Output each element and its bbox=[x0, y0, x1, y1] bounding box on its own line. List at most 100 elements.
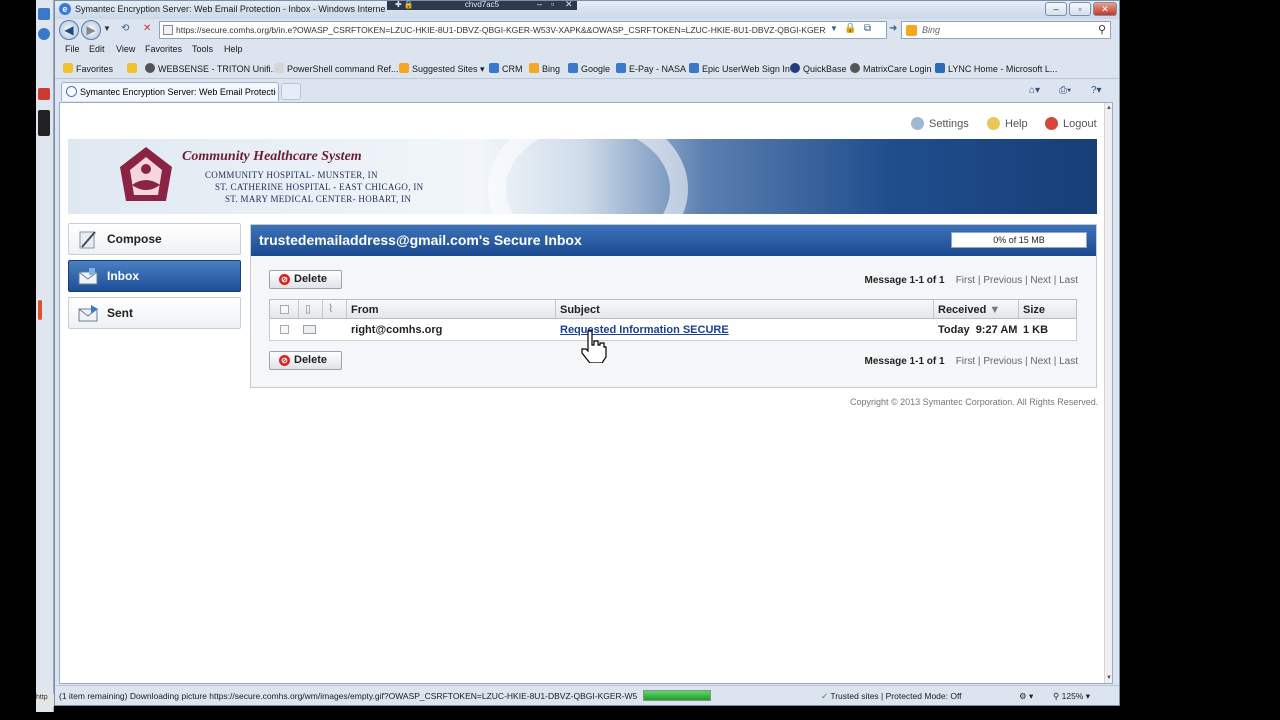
column-header-received[interactable]: Received ▼ bbox=[938, 304, 1000, 316]
address-dropdown-icon[interactable]: ▼ bbox=[830, 24, 838, 33]
recent-pages-dropdown-icon[interactable]: ▼ bbox=[103, 24, 111, 33]
progress-fill bbox=[644, 691, 710, 700]
address-bar[interactable]: https://secure.comhs.org/b/in.e?OWASP_CS… bbox=[159, 21, 887, 39]
print-icon[interactable]: ⎙▾ bbox=[1059, 85, 1071, 96]
pager-previous-link[interactable]: Previous bbox=[983, 275, 1022, 286]
menu-favorites[interactable]: Favorites bbox=[145, 44, 182, 54]
fav-link-epic[interactable]: Epic UserWeb Sign In bbox=[689, 63, 790, 74]
vertical-scrollbar[interactable]: ▲ ▼ bbox=[1104, 103, 1112, 683]
close-button[interactable]: ✕ bbox=[1093, 2, 1117, 16]
menu-edit[interactable]: Edit bbox=[89, 44, 105, 54]
pager-next-link[interactable]: Next bbox=[1030, 275, 1051, 286]
delete-button-bottom[interactable]: ⊘ Delete bbox=[269, 351, 342, 370]
tab-page-icon bbox=[66, 86, 77, 97]
delete-label: Delete bbox=[294, 273, 328, 285]
column-header-from[interactable]: From bbox=[351, 304, 379, 316]
search-box[interactable]: Bing ⚲ bbox=[901, 21, 1111, 39]
ie-page-icon bbox=[568, 63, 578, 73]
pager-last-link[interactable]: Last bbox=[1059, 275, 1078, 286]
sidebar-item-inbox[interactable]: Inbox bbox=[68, 260, 241, 292]
table-row[interactable]: right@comhs.org Requested Information SE… bbox=[269, 319, 1077, 341]
scroll-down-icon[interactable]: ▼ bbox=[1105, 675, 1112, 681]
storage-quota-indicator: 0% of 15 MB bbox=[951, 232, 1087, 248]
sidebar-item-compose[interactable]: Compose bbox=[68, 223, 241, 255]
compatibility-view-icon[interactable]: ⧉ bbox=[864, 23, 871, 34]
ie-page-icon bbox=[689, 63, 699, 73]
fav-label: E-Pay - NASA bbox=[629, 64, 687, 74]
search-icon[interactable]: ⚲ bbox=[1098, 23, 1106, 36]
pager-last-link[interactable]: Last bbox=[1059, 356, 1078, 367]
tab-active[interactable]: Symantec Encryption Server: Web Email Pr… bbox=[61, 82, 279, 101]
page-content: ▲ ▼ Settings Help Logout Community Healt… bbox=[59, 102, 1113, 684]
scroll-up-icon[interactable]: ▲ bbox=[1105, 105, 1112, 111]
back-button[interactable]: ◀ bbox=[59, 20, 79, 40]
suggested-sites-icon bbox=[399, 63, 409, 73]
fav-link-quickbase[interactable]: QuickBase bbox=[790, 63, 847, 74]
forward-button[interactable]: ▶ bbox=[81, 20, 101, 40]
sent-icon bbox=[78, 305, 98, 322]
stop-icon[interactable]: ✕ bbox=[143, 23, 151, 34]
protected-mode-icon[interactable]: ⚙ ▾ bbox=[1019, 691, 1033, 702]
pager-next-link[interactable]: Next bbox=[1030, 356, 1051, 367]
zoom-control[interactable]: ⚲ 125% ▾ bbox=[1053, 691, 1090, 702]
fav-label: CRM bbox=[502, 64, 523, 74]
navigation-bar: ◀ ▶ ▼ ⟲ ✕ https://secure.comhs.org/b/in.… bbox=[55, 19, 1119, 41]
menu-tools[interactable]: Tools bbox=[192, 44, 213, 54]
security-zone[interactable]: ✓ Trusted sites | Protected Mode: Off bbox=[821, 691, 962, 702]
maximize-button[interactable]: ▫ bbox=[1069, 2, 1091, 16]
refresh-icon[interactable]: ⟲ bbox=[121, 23, 129, 34]
fav-link-crm[interactable]: CRM bbox=[489, 63, 523, 74]
fav-link-powershell[interactable]: PowerShell command Ref... bbox=[274, 63, 399, 74]
fav-link-matrixcare[interactable]: MatrixCare Login bbox=[850, 63, 932, 74]
lync-icon bbox=[935, 63, 945, 73]
column-header-size[interactable]: Size bbox=[1023, 304, 1045, 316]
row-checkbox[interactable] bbox=[280, 325, 289, 334]
fav-link-google[interactable]: Google bbox=[568, 63, 610, 74]
fav-link-bing[interactable]: Bing bbox=[529, 63, 560, 74]
menu-help[interactable]: Help bbox=[224, 44, 243, 54]
menu-view[interactable]: View bbox=[116, 44, 135, 54]
banner-swoosh bbox=[488, 139, 688, 214]
remote-minimize-icon[interactable]: – bbox=[537, 0, 542, 9]
home-icon[interactable]: ⌂▾ bbox=[1029, 85, 1040, 96]
delete-label: Delete bbox=[294, 354, 328, 366]
fav-link-epay[interactable]: E-Pay - NASA bbox=[616, 63, 686, 74]
minimize-button[interactable]: – bbox=[1045, 2, 1067, 16]
select-all-checkbox[interactable] bbox=[280, 305, 289, 314]
go-arrow-icon[interactable]: ➜ bbox=[889, 23, 897, 34]
column-separator bbox=[322, 300, 323, 318]
help-menu-icon[interactable]: ?▾ bbox=[1091, 85, 1102, 96]
logout-link[interactable]: Logout bbox=[1045, 117, 1097, 130]
delete-button-top[interactable]: ⊘ Delete bbox=[269, 270, 342, 289]
message-size: 1 KB bbox=[1023, 324, 1049, 336]
new-tab-button[interactable] bbox=[281, 83, 301, 100]
left-edge-text: http bbox=[36, 694, 48, 701]
menu-file[interactable]: File bbox=[65, 44, 80, 54]
favorites-button[interactable]: Favorites bbox=[63, 63, 113, 74]
table-header: ▯ ⌇ From Subject Received ▼ Size bbox=[269, 299, 1077, 319]
bing-icon bbox=[906, 25, 917, 36]
pager-first-link[interactable]: First bbox=[956, 275, 975, 286]
remote-close-icon[interactable]: ✕ bbox=[565, 0, 573, 10]
tab-bar: Symantec Encryption Server: Web Email Pr… bbox=[55, 80, 1119, 102]
fav-link-suggested-sites[interactable]: Suggested Sites ▾ bbox=[399, 63, 485, 75]
pager-first-link[interactable]: First bbox=[956, 356, 975, 367]
column-separator bbox=[298, 300, 299, 318]
fav-link-websense[interactable]: WEBSENSE - TRITON Unifi... bbox=[145, 63, 278, 74]
pager-bottom: Message 1-1 of 1 First | Previous | Next… bbox=[864, 356, 1078, 367]
help-link[interactable]: Help bbox=[987, 117, 1028, 130]
add-to-favorites-icon[interactable] bbox=[127, 63, 140, 74]
logout-label: Logout bbox=[1063, 118, 1097, 130]
address-url[interactable]: https://secure.comhs.org/b/in.e?OWASP_CS… bbox=[176, 25, 826, 35]
mail-icon bbox=[38, 88, 50, 100]
fav-link-lync[interactable]: LYNC Home - Microsoft L... bbox=[935, 63, 1057, 74]
pager-previous-link[interactable]: Previous bbox=[983, 356, 1022, 367]
page-icon bbox=[274, 63, 284, 73]
inbox-header: trustedemailaddress@gmail.com's Secure I… bbox=[251, 225, 1096, 256]
column-header-subject[interactable]: Subject bbox=[560, 304, 600, 316]
hand-cursor-icon bbox=[581, 330, 607, 363]
settings-link[interactable]: Settings bbox=[911, 117, 969, 130]
lock-icon[interactable]: 🔒 bbox=[844, 23, 856, 34]
sidebar-item-sent[interactable]: Sent bbox=[68, 297, 241, 329]
remote-restore-icon[interactable]: ▫ bbox=[551, 0, 554, 9]
